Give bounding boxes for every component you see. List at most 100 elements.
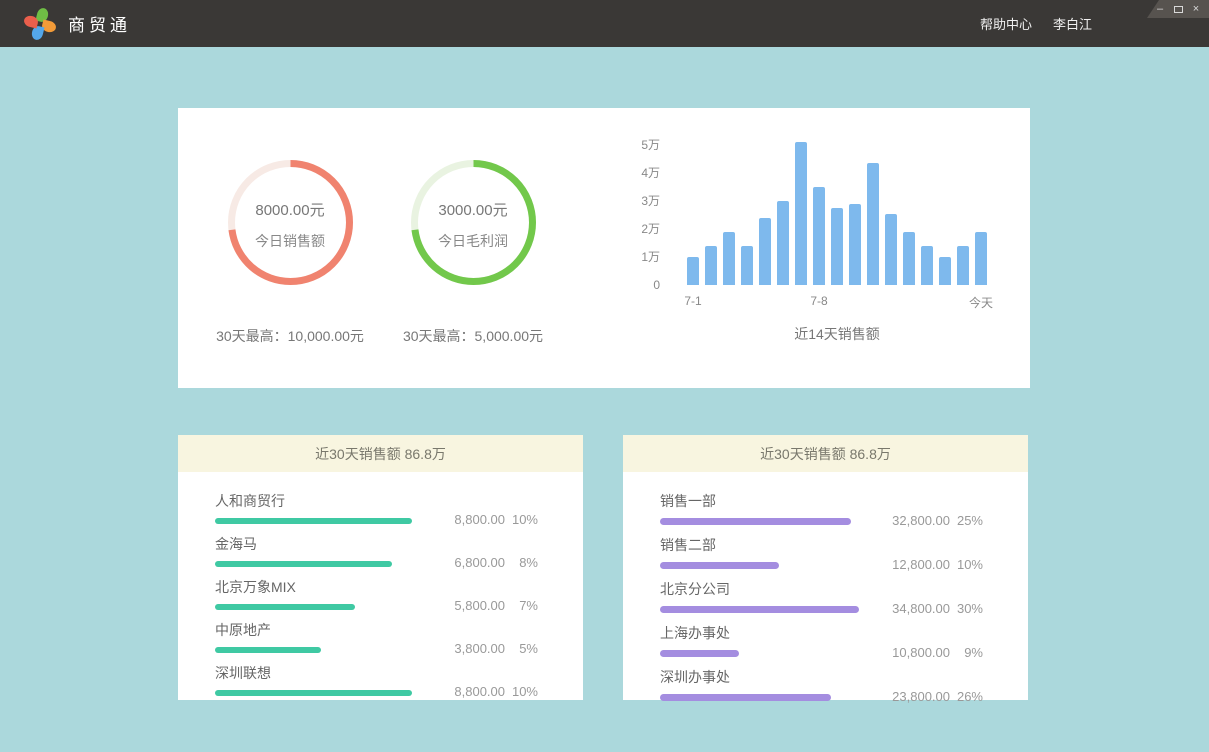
item-bar [660,606,859,613]
item-value: 5,800.00 [435,598,505,613]
item-value: 32,800.00 [880,513,950,528]
x-tick-label: 今天 [969,294,993,311]
maximize-icon[interactable] [1172,6,1184,13]
item-value: 8,800.00 [435,684,505,699]
daily-sales-xlabels: 7-17-8今天 [687,294,987,310]
daily-bar-7 [795,142,807,285]
department-sales-card: 近30天销售额 86.8万 销售一部32,800.0025% 销售二部12,800… [623,435,1028,700]
item-bar [660,650,739,657]
list-item: 深圳办事处23,800.0026% [660,667,983,701]
help-center-link[interactable]: 帮助中心 [980,14,1032,33]
today-sales-donut-chart: 8000.00元 今日销售额 [228,160,353,285]
list-item: 中原地产3,800.005% [215,620,538,653]
dashboard: 8000.00元 今日销售额 30天最高：10,000.00元 3000.00元… [0,47,1209,752]
item-bar [215,561,392,567]
daily-bar-4 [741,246,753,285]
item-bar [215,518,412,524]
item-bar [215,647,321,653]
item-value: 23,800.00 [880,689,950,704]
item-value: 12,800.00 [880,557,950,572]
y-tick-label: 5万 [641,137,660,153]
y-tick-label: 2万 [641,221,660,237]
item-percent: 8% [505,555,538,570]
list-item: 北京万象MIX5,800.007% [215,577,538,610]
daily-bar-16 [957,246,969,285]
item-value: 10,800.00 [880,645,950,660]
item-value: 8,800.00 [435,512,505,527]
list-item: 人和商贸行8,800.0010% [215,491,538,524]
daily-bar-1 [687,257,699,285]
daily-bar-10 [849,204,861,285]
today-profit-gauge: 3000.00元 今日毛利润 30天最高：5,000.00元 [374,160,572,346]
customer-card-title: 近30天销售额 86.8万 [178,435,583,472]
daily-bar-3 [723,232,735,285]
item-percent: 10% [505,512,538,527]
y-tick-label: 0 [653,277,660,293]
today-profit-donut-chart: 3000.00元 今日毛利润 [411,160,536,285]
today-sales-value: 8000.00元 [255,199,324,220]
item-percent: 9% [950,645,983,660]
item-label: 北京分公司 [660,579,880,599]
daily-bar-8 [813,187,825,285]
list-item: 销售一部32,800.0025% [660,491,983,525]
department-card-title: 近30天销售额 86.8万 [623,435,1028,472]
item-value: 3,800.00 [435,641,505,656]
sales-30d-max: 30天最高：10,000.00元 [216,326,364,346]
item-label: 销售一部 [660,491,880,511]
x-tick-label: 7-1 [684,294,701,308]
customer-sales-card: 近30天销售额 86.8万 人和商贸行8,800.0010%金海马6,800.0… [178,435,583,700]
close-icon[interactable]: × [1190,0,1202,18]
item-percent: 10% [505,684,538,699]
list-item: 北京分公司34,800.0030% [660,579,983,613]
list-item: 深圳联想8,800.0010% [215,663,538,696]
daily-bar-2 [705,246,717,285]
daily-sales-chart-title: 近14天销售额 [687,324,987,344]
customer-list: 人和商贸行8,800.0010%金海马6,800.008%北京万象MIX5,80… [178,472,583,696]
pinwheel-logo-icon [24,8,56,40]
daily-bar-17 [975,232,987,285]
item-percent: 30% [950,601,983,616]
today-profit-label: 今日毛利润 [438,231,508,251]
minimize-icon[interactable]: – [1154,0,1166,18]
item-label: 人和商贸行 [215,491,435,511]
daily-bar-5 [759,218,771,285]
daily-bar-14 [921,246,933,285]
daily-sales-bars [687,145,987,285]
app-title: 商贸通 [68,11,131,36]
item-label: 中原地产 [215,620,435,640]
item-percent: 25% [950,513,983,528]
y-tick-label: 3万 [641,193,660,209]
username-link[interactable]: 李白江 [1053,14,1092,33]
daily-sales-ylabels: 01万2万3万4万5万 [572,145,660,285]
daily-bar-15 [939,257,951,285]
y-tick-label: 4万 [641,165,660,181]
item-percent: 26% [950,689,983,704]
item-percent: 5% [505,641,538,656]
today-sales-gauge: 8000.00元 今日销售额 30天最高：10,000.00元 [206,160,374,346]
item-bar [660,694,831,701]
item-bar [215,690,412,696]
profit-30d-max: 30天最高：5,000.00元 [403,326,543,346]
item-label: 销售二部 [660,535,880,555]
item-value: 6,800.00 [435,555,505,570]
item-label: 上海办事处 [660,623,880,643]
daily-bar-13 [903,232,915,285]
y-tick-label: 1万 [641,249,660,265]
item-bar [660,518,851,525]
item-bar [215,604,355,610]
item-label: 深圳联想 [215,663,435,683]
window-controls: – × [1147,0,1209,18]
item-value: 34,800.00 [880,601,950,616]
daily-bar-6 [777,201,789,285]
today-summary-card: 8000.00元 今日销售额 30天最高：10,000.00元 3000.00元… [178,108,1030,388]
titlebar: 商贸通 帮助中心 李白江 – × [0,0,1209,47]
item-label: 金海马 [215,534,435,554]
item-percent: 10% [950,557,983,572]
x-tick-label: 7-8 [810,294,827,308]
daily-bar-12 [885,214,897,285]
list-item: 金海马6,800.008% [215,534,538,567]
today-profit-value: 3000.00元 [438,199,507,220]
department-list: 销售一部32,800.0025% 销售二部12,800.0010% 北京分公司34,… [623,472,1028,701]
list-item: 销售二部12,800.0010% [660,535,983,569]
daily-bar-9 [831,208,843,285]
